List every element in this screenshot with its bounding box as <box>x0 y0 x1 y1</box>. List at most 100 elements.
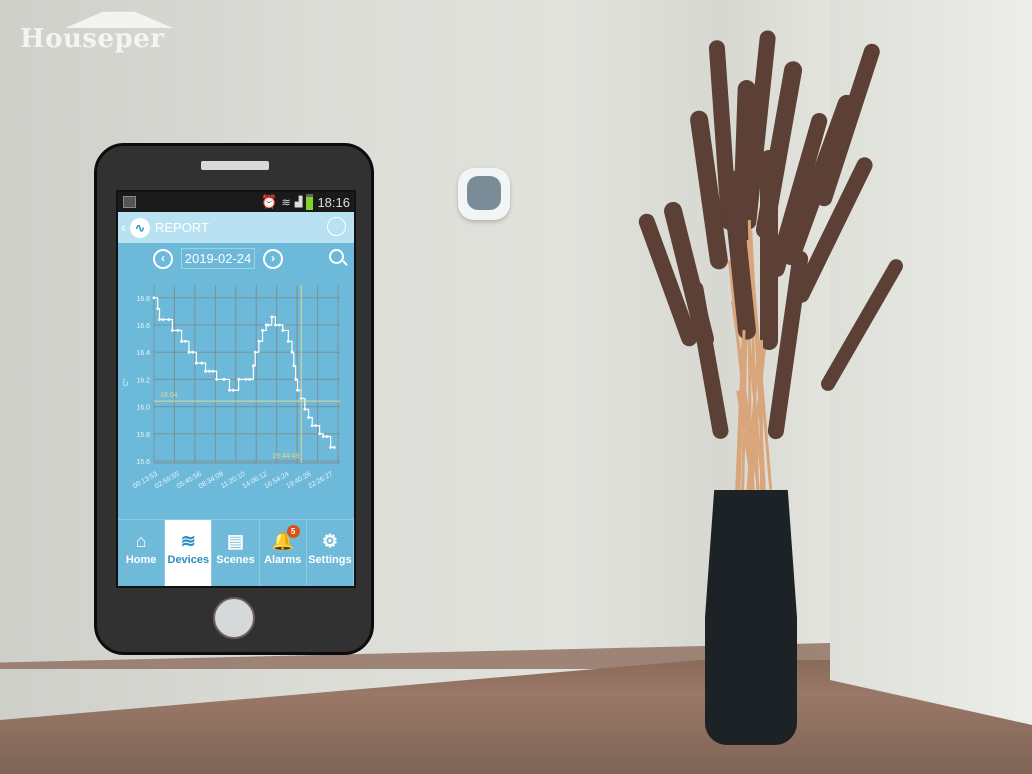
page-title: REPORT <box>155 220 209 235</box>
y-tick-label: 16.2 <box>136 377 150 384</box>
data-point <box>294 378 298 381</box>
data-point <box>176 329 180 332</box>
data-point <box>171 329 174 332</box>
data-point <box>281 329 285 332</box>
reed-head <box>760 150 778 350</box>
data-point <box>228 388 231 392</box>
data-point <box>244 378 248 381</box>
report-logo-icon: ∿ <box>130 218 150 238</box>
next-date-button[interactable]: › <box>263 249 283 269</box>
data-point <box>307 416 310 419</box>
data-point <box>200 361 204 365</box>
data-point <box>329 446 333 449</box>
tab-home[interactable]: ⌂ Home <box>118 520 166 586</box>
y-tick-label: 15.8 <box>136 432 150 439</box>
data-point <box>321 435 325 438</box>
data-point <box>274 323 277 327</box>
alarm-clock-icon: ⏰ <box>261 194 278 209</box>
wifi-icon: ≋ <box>281 196 291 209</box>
y-tick-label: 15.6 <box>136 459 150 466</box>
data-point <box>187 350 191 354</box>
reed-stem <box>760 340 763 490</box>
reed-head <box>686 279 730 441</box>
data-point <box>296 388 299 392</box>
data-point <box>251 364 255 368</box>
data-point <box>194 361 198 365</box>
data-point <box>211 369 215 373</box>
data-point <box>191 350 195 354</box>
y-tick-label: 16.0 <box>136 405 150 412</box>
tab-label: Scenes <box>216 554 255 566</box>
brand-logo: Houseper <box>20 10 180 56</box>
cursor-value-label: 16.04 <box>160 392 178 399</box>
data-point <box>314 424 318 428</box>
data-point <box>286 339 290 343</box>
data-point <box>303 407 307 411</box>
data-point <box>248 378 252 381</box>
tab-label: Home <box>125 554 157 566</box>
data-point <box>332 446 336 449</box>
data-point <box>266 323 270 327</box>
settings-icon: ⚙ <box>321 531 338 551</box>
phone-screen: ⏰ ≋ ▟ 18:16 ‹ ∿ REPORT ‹ 2019-02-24 › 15… <box>116 190 356 588</box>
date-navigator: ‹ 2019-02-24 › <box>118 243 354 273</box>
prev-date-button[interactable]: ‹ <box>153 249 173 269</box>
y-axis-label: C° <box>122 378 130 386</box>
tab-settings[interactable]: ⚙ Settings <box>307 520 354 586</box>
y-tick-label: 16.6 <box>136 323 150 330</box>
devices-icon: ≋ <box>180 531 196 551</box>
data-point <box>277 323 281 327</box>
tab-label: Alarms <box>264 554 302 566</box>
temperature-chart[interactable]: 15.615.816.016.216.416.616.8C°00:13:5302… <box>118 273 354 501</box>
back-chevron-icon[interactable]: ‹ <box>121 219 126 235</box>
bottom-tab-bar: ⌂ Home ≋ Devices ▤ Scenes 🔔 Alarms 5 ⚙ Settings <box>118 519 354 586</box>
x-tick-label: 08:34:09 <box>198 471 225 491</box>
data-point <box>215 378 218 381</box>
data-point <box>310 424 314 428</box>
data-point <box>183 339 187 343</box>
tab-scenes[interactable]: ▤ Scenes <box>212 520 260 586</box>
globe-icon[interactable] <box>327 217 346 236</box>
data-point <box>152 296 156 300</box>
data-point <box>261 329 264 332</box>
data-point <box>167 318 171 321</box>
battery-icon <box>306 194 314 210</box>
data-point <box>257 339 261 343</box>
sensor-face <box>467 176 501 210</box>
y-tick-label: 16.4 <box>136 350 150 357</box>
dried-reeds-plant <box>636 20 906 520</box>
y-tick-label: 16.8 <box>136 296 150 303</box>
tab-alarms[interactable]: 🔔 Alarms 5 <box>260 520 307 586</box>
zoom-search-icon[interactable] <box>329 249 344 264</box>
wall-sensor-device <box>458 168 510 220</box>
data-point <box>270 315 274 319</box>
data-point <box>292 364 296 368</box>
tab-devices[interactable]: ≋ Devices <box>165 520 213 586</box>
data-point <box>290 350 294 354</box>
home-icon: ⌂ <box>135 531 147 551</box>
data-point <box>158 318 161 321</box>
phone-speaker <box>201 161 269 170</box>
x-tick-label: 22:26:27 <box>307 471 334 491</box>
data-point <box>237 378 241 381</box>
logo-text: Houseper <box>20 24 165 54</box>
alarm-count-badge: 5 <box>286 525 300 538</box>
reed-head <box>818 256 906 394</box>
data-point <box>231 388 235 392</box>
data-point <box>161 318 165 321</box>
data-point <box>207 369 211 373</box>
status-time: 18:16 <box>317 194 350 210</box>
tab-label: Devices <box>167 554 210 566</box>
data-point <box>156 307 160 311</box>
cursor-time-label: 19:44:48 <box>272 453 299 460</box>
data-point <box>204 369 207 373</box>
date-display[interactable]: 2019-02-24 <box>181 248 255 269</box>
data-point <box>325 435 329 438</box>
phone-frame: ⏰ ≋ ▟ 18:16 ‹ ∿ REPORT ‹ 2019-02-24 › 15… <box>94 143 374 655</box>
data-point <box>318 432 321 436</box>
tab-label: Settings <box>308 554 352 566</box>
status-bar: ⏰ ≋ ▟ 18:16 <box>118 192 354 212</box>
series-line <box>154 297 335 448</box>
scenes-icon: ▤ <box>227 531 245 551</box>
data-point <box>222 378 226 381</box>
